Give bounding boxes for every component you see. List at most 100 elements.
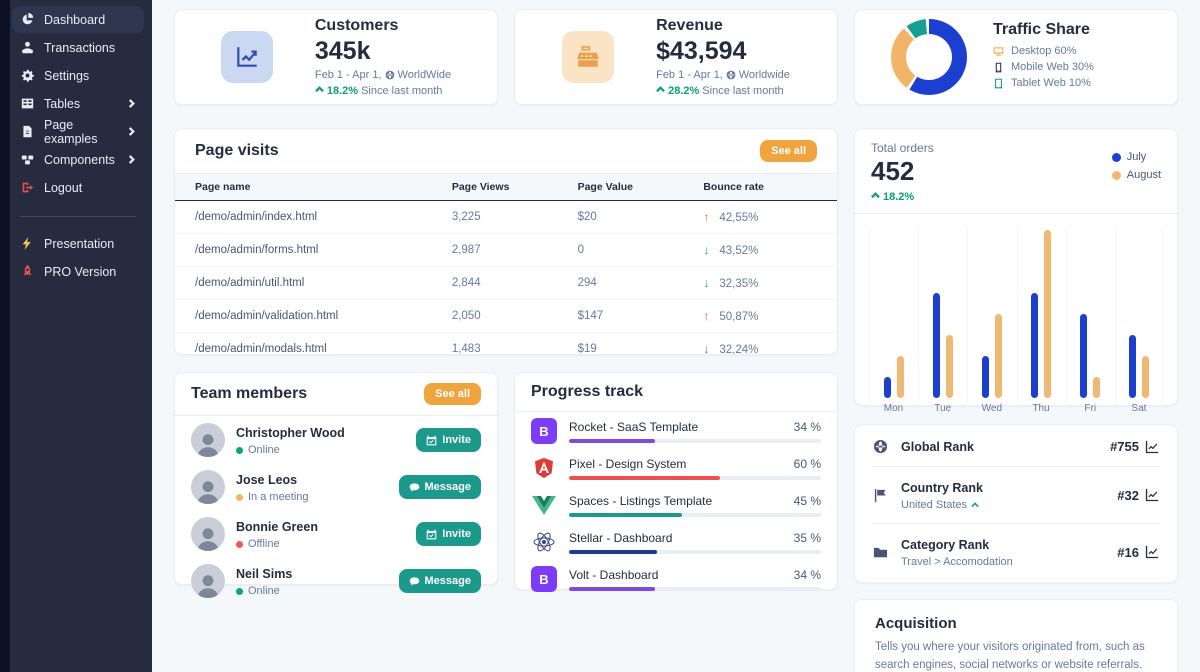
message-button[interactable]: Message [399, 475, 481, 499]
hand-coin-icon [20, 40, 35, 55]
sidebar-item-label: Presentation [44, 237, 114, 251]
sidebar-item-label: Logout [44, 181, 82, 195]
cash-register-icon [562, 31, 614, 83]
chart-line-icon [1145, 440, 1159, 454]
avatar [191, 517, 225, 551]
angular-icon [531, 455, 557, 481]
rank-subtitle: United States [901, 499, 983, 511]
chevron-right-icon [127, 99, 136, 108]
mobile-icon [993, 62, 1004, 73]
progress-item: B Rocket - SaaS Template34 % [515, 412, 837, 449]
calendar-icon [426, 529, 437, 540]
sidebar-divider [20, 216, 136, 217]
bootstrap-icon: B [531, 418, 557, 444]
bootstrap-icon: B [531, 566, 557, 592]
table-row: /demo/admin/modals.html1,483 $19 ↓32,24% [175, 333, 837, 356]
invite-button[interactable]: Invite [416, 522, 481, 546]
sidebar-item-settings[interactable]: Settings [12, 62, 144, 89]
sidebar-item-dashboard[interactable]: Dashboard [12, 6, 144, 33]
table-row: /demo/admin/index.html3,225 $20 ↑42,55% [175, 201, 837, 234]
bar-category-label: Thu [1032, 403, 1049, 414]
logout-icon [20, 180, 35, 195]
dashboard-app: Dashboard Transactions Settings Tables P… [0, 0, 1200, 672]
card-title: Traffic Share [993, 21, 1094, 39]
flag-icon [873, 488, 889, 503]
table-icon [20, 96, 35, 111]
chart-line-icon [1145, 488, 1159, 502]
invite-button[interactable]: Invite [416, 428, 481, 452]
caret-up-icon [871, 191, 880, 203]
page-visits-card: Page visits See all Page name Page Views… [174, 128, 838, 355]
document-icon [20, 124, 35, 139]
bar-july [884, 377, 891, 398]
sidebar-item-pro-version[interactable]: PRO Version [12, 258, 144, 285]
sidebar-item-label: Transactions [44, 41, 115, 55]
bar-august [1044, 230, 1051, 398]
chevron-right-icon [127, 155, 136, 164]
acquisition-card: Acquisition Tells you where your visitor… [854, 599, 1178, 672]
chat-icon [409, 482, 420, 493]
traffic-legend-tablet: Tablet Web 10% [993, 77, 1094, 89]
rank-row-country: Country Rank United States #32 [871, 467, 1161, 524]
progress-item: B Volt - Dashboard34 % [515, 560, 837, 597]
progress-bar [569, 439, 655, 443]
team-member-row: Jose Leos In a meeting Message [175, 463, 497, 510]
avatar [191, 564, 225, 598]
customers-card: Customers 345k Feb 1 - Apr 1, WorldWide … [174, 9, 498, 105]
card-title: Page visits [195, 142, 279, 160]
bar-group: Mon [869, 226, 917, 414]
progress-bar [569, 550, 657, 554]
rocket-icon [20, 264, 35, 279]
rank-row-category: Category Rank Travel > Accomodation #16 [871, 524, 1161, 580]
team-member-row: Neil Sims Online Message [175, 557, 497, 604]
bar-august [1142, 356, 1149, 398]
bar-july [982, 356, 989, 398]
progress-item: Spaces - Listings Template45 % [515, 486, 837, 523]
bounce-arrow-icon: ↑ [703, 309, 709, 323]
see-all-button[interactable]: See all [760, 140, 817, 162]
sidebar-item-transactions[interactable]: Transactions [12, 34, 144, 61]
avatar [191, 470, 225, 504]
bar-group: Fri [1066, 226, 1114, 414]
tablet-icon [993, 78, 1004, 89]
avatar [191, 423, 225, 457]
team-members-card: Team members See all Christopher Wood On… [174, 372, 498, 585]
sidebar: Dashboard Transactions Settings Tables P… [0, 0, 152, 672]
stat-value: 345k [315, 37, 451, 66]
bar-july [1129, 335, 1136, 398]
progress-track-card: Progress track B Rocket - SaaS Template3… [514, 372, 838, 590]
stat-period: Feb 1 - Apr 1, WorldWide [315, 69, 451, 81]
column-header: Page name [175, 174, 440, 201]
traffic-legend-mobile: Mobile Web 30% [993, 61, 1094, 73]
bar-category-label: Tue [934, 403, 951, 414]
chevron-right-icon [127, 127, 136, 136]
bar-category-label: Sat [1131, 403, 1146, 414]
revenue-card: Revenue $43,594 Feb 1 - Apr 1, Worldwide… [514, 9, 838, 105]
sidebar-item-label: PRO Version [44, 265, 116, 279]
bar-category-label: Fri [1084, 403, 1096, 414]
sidebar-item-components[interactable]: Components [12, 146, 144, 173]
page-visits-table: Page name Page Views Page Value Bounce r… [175, 173, 837, 355]
folder-icon [873, 545, 889, 560]
message-button[interactable]: Message [399, 569, 481, 593]
card-title: Progress track [531, 383, 643, 401]
sidebar-item-presentation[interactable]: Presentation [12, 230, 144, 257]
components-icon [20, 152, 35, 167]
stat-value: $43,594 [656, 37, 790, 66]
bar-category-label: Wed [982, 403, 1002, 414]
bar-august [995, 314, 1002, 398]
vue-icon [531, 492, 557, 518]
acquisition-description: Tells you where your visitors originated… [875, 639, 1157, 672]
desktop-icon [993, 46, 1004, 57]
sidebar-item-page-examples[interactable]: Page examples [12, 118, 144, 145]
orders-change: 18.2% [871, 191, 1161, 203]
see-all-button[interactable]: See all [424, 383, 481, 405]
bar-august [1093, 377, 1100, 398]
sidebar-item-logout[interactable]: Logout [12, 174, 144, 201]
bar-category-label: Mon [884, 403, 903, 414]
sidebar-item-tables[interactable]: Tables [12, 90, 144, 117]
caret-up-icon [656, 85, 665, 97]
chart-legend: July August [1112, 151, 1161, 187]
chart-line-icon [221, 31, 273, 83]
globe-icon [385, 70, 395, 80]
